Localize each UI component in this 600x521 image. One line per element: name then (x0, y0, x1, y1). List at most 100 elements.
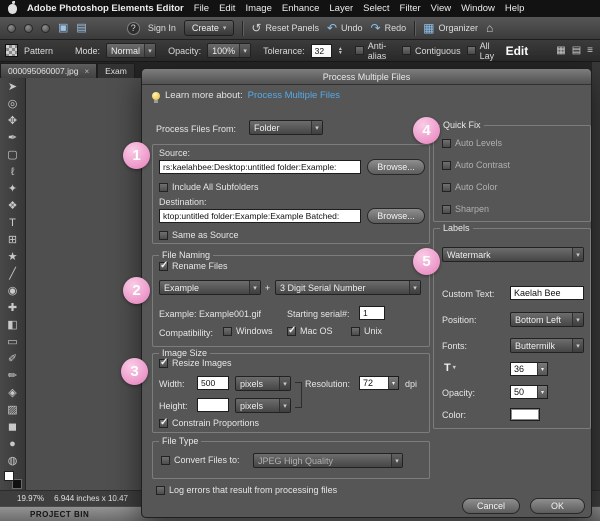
anti-alias-checkbox[interactable]: Anti-alias (355, 41, 396, 61)
label-type-dropdown[interactable]: Watermark (442, 247, 584, 262)
custom-text-input[interactable]: Kaelah Bee (510, 286, 584, 300)
height-unit-dropdown[interactable]: pixels (235, 398, 291, 413)
apple-menu-icon[interactable] (8, 4, 17, 14)
fonts-dropdown[interactable]: Buttermilk (510, 338, 584, 353)
document-name-dropdown[interactable]: Example (159, 280, 261, 295)
red-eye-tool[interactable]: ◉ (2, 283, 24, 300)
starting-serial-input[interactable]: 1 (359, 306, 385, 320)
cancel-button[interactable]: Cancel (462, 498, 520, 514)
menu-select[interactable]: Select (363, 3, 389, 14)
convert-format-dropdown[interactable]: JPEG High Quality (253, 453, 403, 468)
destination-path-input[interactable]: ktop:untitled folder:Example:Example Bat… (159, 209, 361, 223)
eraser-tool[interactable]: ▭ (2, 334, 24, 351)
learn-more-link[interactable]: Process Multiple Files (248, 90, 340, 101)
gradient-tool[interactable]: ▨ (2, 402, 24, 419)
reset-panels-button[interactable]: ↺Reset Panels (251, 22, 319, 34)
auto-color-checkbox[interactable]: Auto Color (442, 182, 498, 192)
document-tab-2[interactable]: Exam (97, 63, 135, 78)
zoom-level[interactable]: 19.97% (17, 494, 44, 503)
auto-levels-checkbox[interactable]: Auto Levels (442, 138, 502, 148)
paint-bucket-tool[interactable]: ◈ (2, 385, 24, 402)
menu-layer[interactable]: Layer (329, 3, 353, 14)
tolerance-stepper[interactable]: ▲▼ (338, 47, 343, 55)
lasso-tool[interactable]: ℓ (2, 164, 24, 181)
menu-window[interactable]: Window (461, 3, 495, 14)
width-input[interactable]: 500 (197, 376, 229, 390)
undo-button[interactable]: ↶Undo (327, 22, 363, 34)
hand-tool[interactable]: ✥ (2, 113, 24, 130)
document-tab-active[interactable]: 000095060007.jpg× (0, 63, 97, 78)
opacity-dropdown[interactable]: 100% (207, 43, 251, 58)
close-icon[interactable]: × (84, 67, 89, 76)
panel-menu-icon[interactable]: ≡ (587, 46, 593, 56)
destination-browse-button[interactable]: Browse... (367, 208, 425, 224)
menu-view[interactable]: View (431, 3, 451, 14)
menu-image[interactable]: Image (245, 3, 271, 14)
unix-checkbox[interactable]: Unix (351, 326, 382, 336)
menu-help[interactable]: Help (505, 3, 525, 14)
menu-enhance[interactable]: Enhance (282, 3, 320, 14)
photos-icon[interactable]: ▣ (58, 23, 68, 34)
edit-tab[interactable]: Edit (506, 44, 529, 58)
straighten-tool[interactable]: ╱ (2, 266, 24, 283)
auto-contrast-checkbox[interactable]: Auto Contrast (442, 160, 510, 170)
healing-brush-tool[interactable]: ✚ (2, 300, 24, 317)
windows-checkbox[interactable]: Windows (223, 326, 273, 336)
window-close-button[interactable] (7, 24, 16, 33)
redo-button[interactable]: ↷Redo (371, 22, 407, 34)
clone-stamp-tool[interactable]: ◧ (2, 317, 24, 334)
all-layers-checkbox[interactable]: All Lay (467, 41, 500, 61)
constrain-proportions-checkbox[interactable]: Constrain Proportions (159, 418, 259, 428)
eyedropper-tool[interactable]: ✒ (2, 130, 24, 147)
resize-images-checkbox[interactable]: Resize Images (159, 358, 232, 368)
sign-in-link[interactable]: Sign In (148, 23, 176, 33)
log-errors-checkbox[interactable]: Log errors that result from processing f… (156, 485, 337, 495)
mac-os-checkbox[interactable]: Mac OS (287, 326, 333, 336)
width-unit-dropdown[interactable]: pixels (235, 376, 291, 391)
mode-dropdown[interactable]: Normal (106, 43, 156, 58)
height-input[interactable] (197, 398, 229, 412)
pattern-swatch[interactable] (5, 44, 18, 57)
sponge-tool[interactable]: ◍ (2, 453, 24, 470)
contiguous-checkbox[interactable]: Contiguous (402, 46, 461, 56)
window-zoom-button[interactable] (41, 24, 50, 33)
window-minimize-button[interactable] (24, 24, 33, 33)
crop-tool[interactable]: ⊞ (2, 232, 24, 249)
cookie-cutter-tool[interactable]: ★ (2, 249, 24, 266)
position-dropdown[interactable]: Bottom Left (510, 312, 584, 327)
magic-wand-tool[interactable]: ✦ (2, 181, 24, 198)
sharpen-checkbox[interactable]: Sharpen (442, 204, 489, 214)
blur-tool[interactable]: ● (2, 436, 24, 453)
organizer-button[interactable]: ▦Organizer (423, 22, 478, 34)
menu-file[interactable]: File (194, 3, 209, 14)
convert-files-checkbox[interactable]: Convert Files to: (161, 455, 240, 465)
panel-list-icon[interactable]: ▤ (572, 46, 581, 56)
menu-filter[interactable]: Filter (400, 3, 421, 14)
source-path-input[interactable]: rs:kaelahbee:Desktop:untitled folder:Exa… (159, 160, 361, 174)
panel-grid-icon[interactable]: ▦ (556, 46, 565, 56)
resolution-dropdown[interactable]: 72 (359, 376, 399, 390)
source-browse-button[interactable]: Browse... (367, 159, 425, 175)
shape-tool[interactable]: ◼ (2, 419, 24, 436)
zoom-tool[interactable]: ◎ (2, 96, 24, 113)
serial-number-dropdown[interactable]: 3 Digit Serial Number (275, 280, 421, 295)
menu-edit[interactable]: Edit (219, 3, 235, 14)
same-as-source-checkbox[interactable]: Same as Source (159, 230, 239, 240)
include-subfolders-checkbox[interactable]: Include All Subfolders (159, 182, 259, 192)
create-button[interactable]: Create (184, 20, 235, 36)
type-tool[interactable]: T (2, 215, 24, 232)
layers-icon[interactable]: ▤ (76, 23, 86, 34)
smart-brush-tool[interactable]: ✏ (2, 368, 24, 385)
foreground-color-swatch[interactable] (4, 471, 14, 481)
help-icon[interactable]: ? (127, 22, 140, 35)
watermark-opacity-dropdown[interactable]: 50 (510, 385, 548, 399)
brush-tool[interactable]: ✐ (2, 351, 24, 368)
process-from-dropdown[interactable]: Folder (249, 120, 323, 135)
font-size-icon[interactable]: T (444, 362, 456, 374)
home-icon[interactable]: ⌂ (486, 22, 493, 34)
marquee-tool[interactable]: ▢ (2, 147, 24, 164)
tolerance-input[interactable]: 32 (311, 44, 332, 58)
selection-brush-tool[interactable]: ❖ (2, 198, 24, 215)
move-tool[interactable]: ➤ (2, 79, 24, 96)
rename-files-checkbox[interactable]: Rename Files (159, 261, 228, 271)
